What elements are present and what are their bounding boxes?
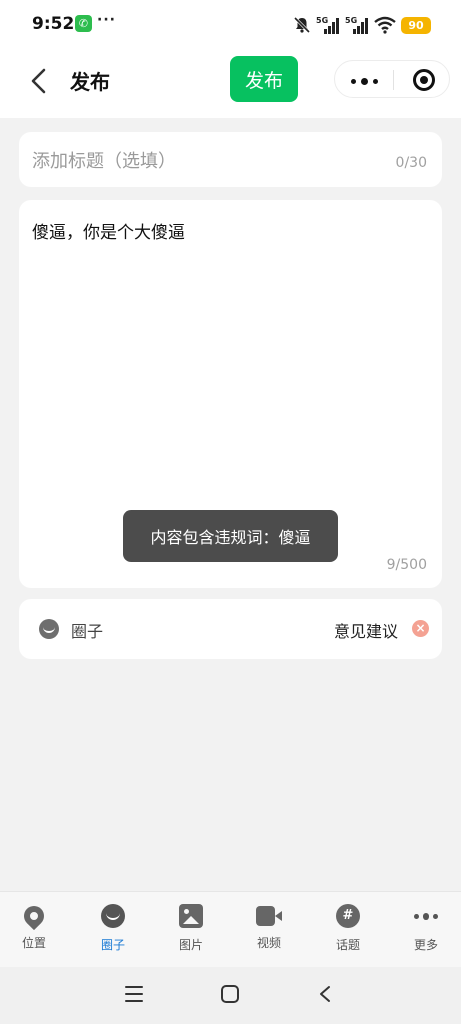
image-icon xyxy=(179,904,203,928)
tool-label: 话题 xyxy=(335,938,360,952)
close-target-icon[interactable] xyxy=(413,69,435,91)
more-icon xyxy=(414,904,438,928)
signal-5g-icon-2: 5G xyxy=(345,16,368,34)
page-title: 发布 xyxy=(70,70,110,94)
signal-2-label: 5G xyxy=(345,16,357,25)
capsule-divider xyxy=(393,70,394,90)
title-char-count: 0/30 xyxy=(395,155,427,171)
tool-video[interactable]: 视频 xyxy=(239,904,299,951)
status-bar: 9:52 ✆ ··· 5G 5G 90 xyxy=(0,0,461,48)
home-icon[interactable] xyxy=(221,985,239,1003)
back-icon[interactable] xyxy=(318,985,332,1003)
mute-bell-icon xyxy=(293,16,311,34)
content-char-count: 9/500 xyxy=(386,557,427,573)
status-time: 9:52 xyxy=(32,14,75,34)
system-nav-bar xyxy=(0,967,461,1024)
menu-icon[interactable] xyxy=(125,986,143,1002)
close-icon[interactable]: × xyxy=(412,620,429,637)
mini-program-capsule xyxy=(334,60,450,98)
notification-more-indicator: ··· xyxy=(97,12,116,28)
back-arrow-icon[interactable] xyxy=(28,66,50,96)
signal-1-label: 5G xyxy=(316,16,328,25)
title-input-placeholder[interactable]: 添加标题（选填） xyxy=(32,147,176,173)
wifi-icon xyxy=(374,16,396,34)
circle-select-row[interactable]: 圈子 意见建议 × xyxy=(19,599,442,659)
circle-label[interactable]: 圈子 xyxy=(71,618,103,642)
status-icons: 5G 5G 90 xyxy=(293,14,431,36)
battery-indicator: 90 xyxy=(401,16,431,34)
circle-icon xyxy=(101,904,125,928)
bottom-toolbar: 位置 圈子 图片 视频 # 话题 更多 xyxy=(0,891,461,967)
header: 发布 发布 xyxy=(0,48,461,118)
topic-icon: # xyxy=(336,904,360,928)
video-icon xyxy=(256,906,282,926)
tool-label: 更多 xyxy=(413,938,438,952)
tool-label: 位置 xyxy=(21,936,46,950)
content-textarea[interactable]: 傻逼，你是个大傻逼 xyxy=(32,218,185,243)
tool-more[interactable]: 更多 xyxy=(396,904,456,953)
tool-topic[interactable]: # 话题 xyxy=(318,904,378,953)
signal-5g-icon: 5G xyxy=(316,16,339,34)
feedback-label[interactable]: 意见建议 xyxy=(334,618,398,642)
publish-button[interactable]: 发布 xyxy=(230,56,298,102)
tool-location[interactable]: 位置 xyxy=(4,901,64,951)
tool-circle[interactable]: 圈子 xyxy=(83,904,143,953)
location-icon xyxy=(19,901,49,931)
tool-label: 图片 xyxy=(178,938,203,952)
circle-icon xyxy=(39,619,59,639)
phone-call-icon[interactable]: ✆ xyxy=(75,15,92,32)
violation-toast: 内容包含违规词：傻逼 xyxy=(123,510,338,562)
tool-image[interactable]: 图片 xyxy=(161,904,221,953)
more-options-icon[interactable] xyxy=(351,78,378,85)
tool-label: 视频 xyxy=(256,936,281,950)
tool-label: 圈子 xyxy=(100,938,125,952)
title-input-card[interactable]: 添加标题（选填） 0/30 xyxy=(19,132,442,187)
